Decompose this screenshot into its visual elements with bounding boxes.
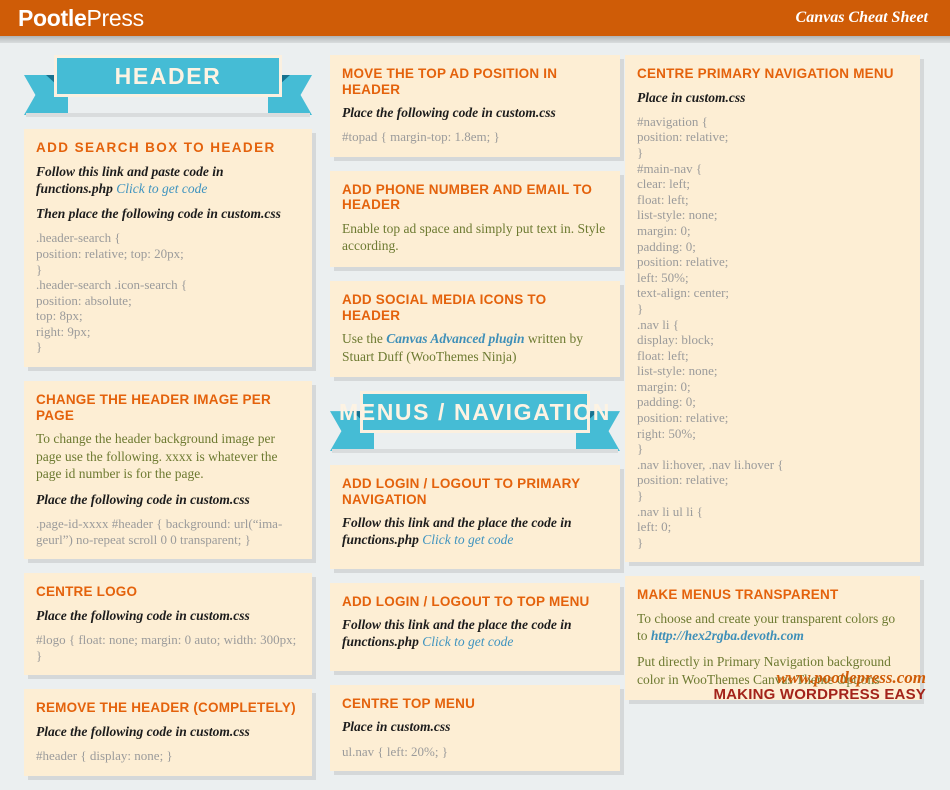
card-remove-header: REMOVE THE HEADER (COMPLETELY) Place the… <box>24 689 312 776</box>
card-code-block: .page-id-xxxx #header { background: url(… <box>36 516 283 547</box>
card-centre-top-menu: CENTRE TOP MENU Place in custom.css ul.n… <box>330 684 620 772</box>
card-add-phone-email: ADD PHONE NUMBER AND EMAIL TO HEADER Ena… <box>330 170 620 268</box>
ribbon-label-menus: MENUS / NAVIGATION <box>339 398 612 425</box>
card-title: ADD PHONE NUMBER AND EMAIL TO HEADER <box>342 181 593 213</box>
card-lead-secondary: Place the following code in custom.css <box>36 607 250 623</box>
card-title: CENTRE PRIMARY NAVIGATION MENU <box>637 66 894 81</box>
logo-regular-part: Press <box>86 4 144 31</box>
card-title: REMOVE THE HEADER (COMPLETELY) <box>36 700 296 716</box>
footer-tagline: MAKING WORDPRESS EASY <box>713 686 926 704</box>
card-add-social-media-icons: ADD SOCIAL MEDIA ICONS TO HEADER Use the… <box>330 281 620 378</box>
card-code-block: #topad { margin-top: 1.8em; } <box>342 129 500 145</box>
card-title: ADD LOGIN / LOGOUT TO TOP MENU <box>342 593 590 609</box>
card-lead-secondary: Place the following code in custom.css <box>342 105 556 121</box>
card-lead-secondary: Place the following code in custom.css <box>36 491 250 507</box>
ribbon-main-band: MENUS / NAVIGATION <box>339 391 609 434</box>
card-lead: Follow this link and paste code in funct… <box>36 163 300 198</box>
card-title: CHANGE THE HEADER IMAGE PER PAGE <box>36 392 271 423</box>
card-lead-secondary: Place the following code in custom.css <box>36 723 250 739</box>
card-title: ADD SOCIAL MEDIA ICONS TO HEADER <box>342 292 547 323</box>
ribbon-label-header: HEADER <box>114 62 222 89</box>
header-section-ribbon: HEADER <box>24 55 312 117</box>
card-code-block: ul.nav { left: 20%; } <box>342 743 448 759</box>
hex2rgba-link[interactable]: http://hex2rgba.devoth.com <box>651 628 804 643</box>
ribbon-main-band: HEADER <box>54 55 282 97</box>
card-lead-secondary: Place in custom.css <box>342 719 451 735</box>
card-centre-primary-navigation: CENTRE PRIMARY NAVIGATION MENU Place in … <box>625 55 920 563</box>
middle-column: MOVE THE TOP AD POSITION IN HEADER Place… <box>330 43 620 785</box>
card-body-text: Use the Canvas Advanced plugin written b… <box>342 330 608 365</box>
card-body-text: To choose and create your transparent co… <box>637 610 908 645</box>
body-prefix: Use the <box>342 331 387 347</box>
card-title: MOVE THE TOP AD POSITION IN HEADER <box>342 66 558 97</box>
card-title: ADD SEARCH BOX TO HEADER <box>36 140 276 155</box>
top-bar-shadow <box>0 36 950 43</box>
top-bar: PootlePress Canvas Cheat Sheet <box>0 0 950 36</box>
left-column: HEADER ADD SEARCH BOX TO HEADER Follow t… <box>24 43 312 790</box>
sheet-title: Canvas Cheat Sheet <box>795 9 928 26</box>
card-code-block: #header { display: none; } <box>36 747 173 763</box>
footer: www.pootlepress.com MAKING WORDPRESS EAS… <box>713 669 926 703</box>
card-code-block: #navigation { position: relative; } #mai… <box>637 113 784 550</box>
card-centre-logo: CENTRE LOGO Place the following code in … <box>24 573 312 676</box>
menus-section-ribbon: MENUS / NAVIGATION <box>330 391 620 454</box>
logo-bold-part: Pootle <box>18 4 87 31</box>
card-code-block: .header-search { position: relative; top… <box>36 230 188 355</box>
card-move-top-ad: MOVE THE TOP AD POSITION IN HEADER Place… <box>330 55 620 157</box>
click-to-get-code-link[interactable]: Click to get code <box>422 532 513 547</box>
card-add-search-box: ADD SEARCH BOX TO HEADER Follow this lin… <box>24 129 312 368</box>
card-lead-secondary: Place in custom.css <box>637 89 746 105</box>
card-login-logout-top-menu: ADD LOGIN / LOGOUT TO TOP MENU Follow th… <box>330 582 620 671</box>
footer-website-url[interactable]: www.pootlepress.com <box>713 669 926 687</box>
card-body-text: Enable top ad space and simply put text … <box>342 220 606 254</box>
card-body-text: To change the header background image pe… <box>36 431 278 482</box>
card-change-header-image: CHANGE THE HEADER IMAGE PER PAGE To chan… <box>24 381 312 560</box>
click-to-get-code-link[interactable]: Click to get code <box>116 181 207 196</box>
click-to-get-code-link[interactable]: Click to get code <box>422 634 513 649</box>
card-title: MAKE MENUS TRANSPARENT <box>637 587 839 603</box>
card-title: ADD LOGIN / LOGOUT TO PRIMARY NAVIGATION <box>342 476 581 507</box>
ribbon-shadow <box>332 449 618 454</box>
card-lead: Follow this link and the place the code … <box>342 616 608 651</box>
card-title: CENTRE LOGO <box>36 584 138 600</box>
card-lead: Follow this link and the place the code … <box>342 514 608 549</box>
canvas-advanced-plugin-emphasis: Canvas Advanced plugin <box>386 331 525 347</box>
right-column: CENTRE PRIMARY NAVIGATION MENU Place in … <box>625 43 920 714</box>
card-login-logout-primary-nav: ADD LOGIN / LOGOUT TO PRIMARY NAVIGATION… <box>330 465 620 569</box>
card-lead-secondary: Then place the following code in custom.… <box>36 206 281 222</box>
pootlepress-logo: PootlePress <box>18 5 144 32</box>
card-code-block: #logo { float: none; margin: 0 auto; wid… <box>36 631 300 663</box>
cheat-sheet-canvas: HEADER ADD SEARCH BOX TO HEADER Follow t… <box>0 43 950 776</box>
ribbon-shadow <box>26 113 310 117</box>
